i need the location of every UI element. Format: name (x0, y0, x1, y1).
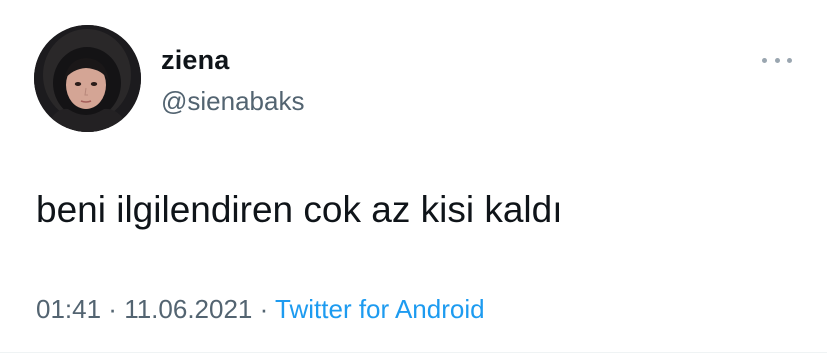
meta-separator: · (101, 294, 125, 324)
tweet-meta: 01:41 · 11.06.2021 · Twitter for Android (36, 294, 485, 325)
more-horizontal-icon[interactable] (762, 50, 792, 70)
display-name[interactable]: ziena (161, 45, 230, 76)
dot (787, 57, 792, 63)
dot (774, 57, 780, 63)
meta-separator: · (252, 294, 276, 324)
tweet-card: ziena @sienabaks beni ilgilendiren cok a… (0, 0, 827, 353)
avatar-photo (34, 25, 141, 132)
tweet-date[interactable]: 11.06.2021 (124, 294, 252, 324)
dot (762, 57, 767, 63)
user-handle[interactable]: @sienabaks (161, 86, 304, 117)
tweet-time[interactable]: 01:41 (36, 294, 101, 324)
avatar[interactable] (34, 25, 141, 132)
tweet-source-link[interactable]: Twitter for Android (275, 294, 485, 324)
tweet-text: beni ilgilendiren cok az kisi kaldı (36, 189, 563, 230)
